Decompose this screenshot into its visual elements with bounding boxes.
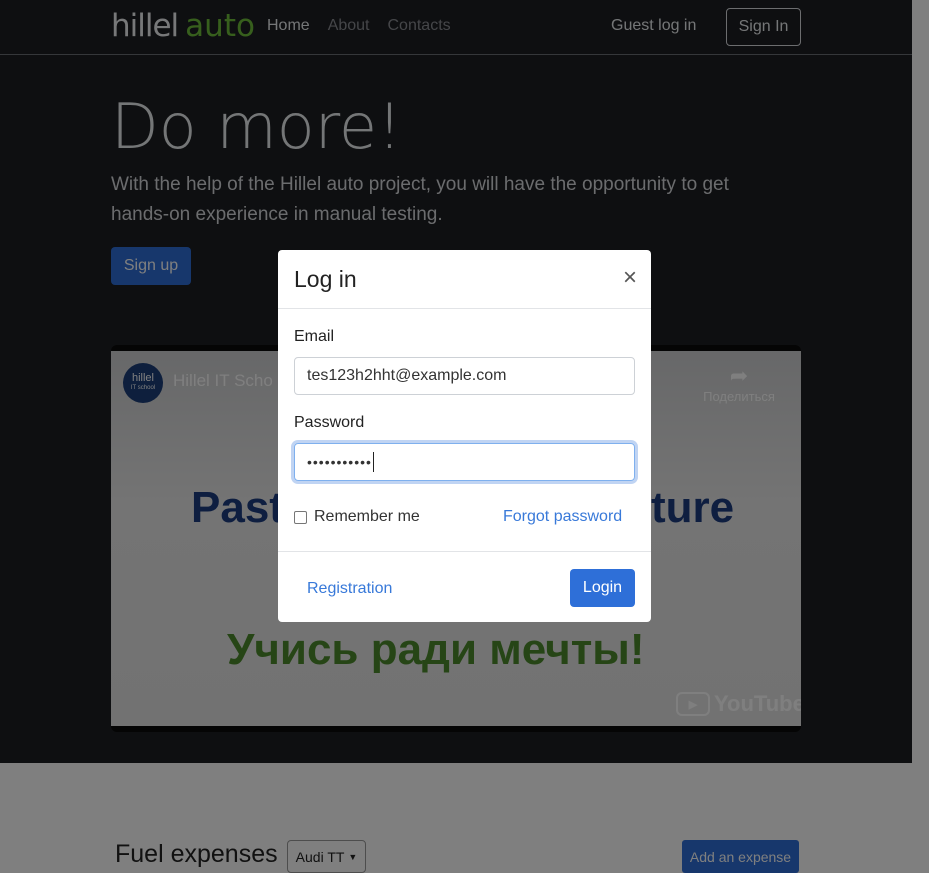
text-caret	[372, 452, 374, 472]
email-field[interactable]: tes123h2hht@example.com	[294, 357, 635, 395]
email-value: tes123h2hht@example.com	[307, 367, 507, 384]
modal-footer: Registration Login	[278, 551, 651, 622]
login-modal: Log in × Email tes123h2hht@example.com P…	[278, 250, 651, 622]
registration-link[interactable]: Registration	[307, 580, 392, 598]
email-label: Email	[294, 328, 335, 345]
modal-header: Log in ×	[278, 250, 651, 309]
close-icon[interactable]: ×	[618, 266, 642, 290]
remember-me-checkbox[interactable]	[294, 510, 307, 524]
remember-me[interactable]: Remember me	[294, 508, 420, 526]
password-field[interactable]: •••••••••••	[294, 443, 635, 481]
remember-me-label: Remember me	[314, 508, 420, 525]
password-label: Password	[294, 414, 365, 431]
forgot-password-link[interactable]: Forgot password	[503, 508, 622, 526]
login-button[interactable]: Login	[570, 569, 635, 607]
password-value: •••••••••••	[307, 454, 372, 470]
modal-title: Log in	[294, 266, 357, 292]
